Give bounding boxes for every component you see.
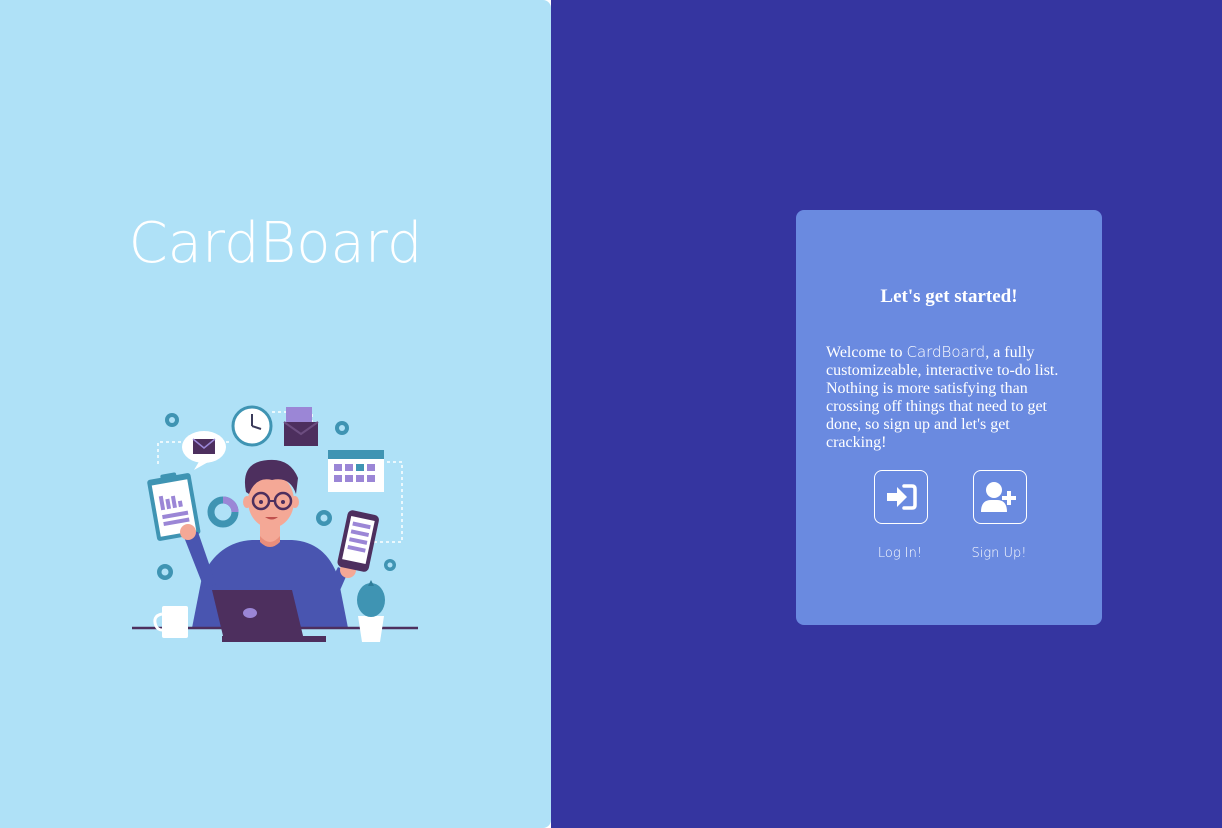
- card-heading: Let's get started!: [880, 286, 1018, 307]
- card-description: Welcome to CardBoard, a fully customizea…: [826, 343, 1074, 452]
- card-body-prefix: Welcome to: [826, 344, 907, 361]
- worker-illustration: [132, 405, 418, 642]
- sign-up-button[interactable]: [973, 470, 1027, 524]
- welcome-card: Let's get started! Welcome to CardBoard,…: [796, 210, 1102, 625]
- sign-up-label[interactable]: Sign Up!: [959, 546, 1039, 561]
- log-in-button[interactable]: [874, 470, 928, 524]
- left-panel: CardBoard: [0, 0, 551, 828]
- landing-page: CardBoard Let's get started! Welcome to …: [0, 0, 1222, 828]
- sign-in-icon: [887, 484, 917, 510]
- log-in-label[interactable]: Log In!: [860, 546, 940, 561]
- brand-inline: CardBoard: [906, 343, 986, 361]
- brand-title: CardBoard: [128, 211, 423, 276]
- user-plus-icon: [981, 482, 1016, 512]
